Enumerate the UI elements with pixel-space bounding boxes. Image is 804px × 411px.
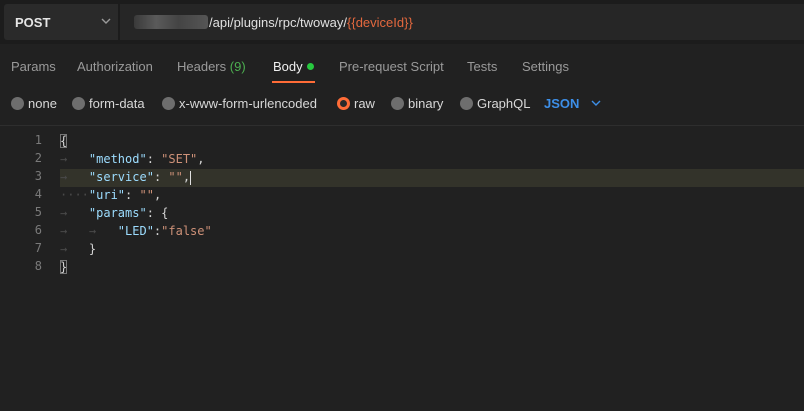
line-number: 8 xyxy=(34,259,42,273)
radio-binary-label[interactable]: binary xyxy=(408,96,443,111)
code-line-8: } xyxy=(60,258,68,276)
code-line-2: → "method": "SET", xyxy=(60,152,205,166)
chevron-down-icon[interactable] xyxy=(590,97,602,109)
code-line-1: { xyxy=(60,132,68,150)
code-editor[interactable]: 1 2 3 4 5 6 7 8 { → "method": "SET", → "… xyxy=(0,126,804,411)
line-number: 6 xyxy=(34,223,42,237)
json-value: "" xyxy=(139,188,154,202)
url-input[interactable]: /api/plugins/rpc/twoway/{{deviceId}} xyxy=(120,4,804,40)
url-path: /api/plugins/rpc/twoway/ xyxy=(209,15,348,30)
text-caret xyxy=(190,170,192,185)
code-line-7: → } xyxy=(60,242,97,256)
code-line-4: ····"uri": "", xyxy=(60,188,162,202)
radio-raw[interactable] xyxy=(337,97,350,110)
line-number: 4 xyxy=(34,187,42,201)
chevron-down-icon xyxy=(101,18,111,24)
radio-binary[interactable] xyxy=(391,97,404,110)
radio-urlencoded-label[interactable]: x-www-form-urlencoded xyxy=(179,96,317,111)
params-close-brace: } xyxy=(88,242,97,256)
json-value: "SET" xyxy=(161,152,198,166)
json-value: "false" xyxy=(161,224,212,238)
code-line-6: → → "LED":"false" xyxy=(60,224,212,238)
tab-body[interactable]: Body xyxy=(273,59,303,74)
code-line-3: → "service": "", xyxy=(60,170,192,185)
code-line-5: → "params": { xyxy=(60,206,169,220)
json-value: "" xyxy=(168,170,183,184)
body-modified-dot xyxy=(307,63,314,70)
json-key: "service" xyxy=(88,170,154,184)
radio-graphql[interactable] xyxy=(460,97,473,110)
tab-headers[interactable]: Headers (9) xyxy=(177,59,246,74)
request-bar: POST /api/plugins/rpc/twoway/{{deviceId}… xyxy=(0,0,804,44)
params-open-brace: { xyxy=(161,206,169,220)
redacted-host xyxy=(134,15,208,29)
method-select[interactable]: POST xyxy=(4,4,118,40)
request-tabs: Params Authorization Headers (9) Body Pr… xyxy=(0,44,804,86)
method-label: POST xyxy=(15,15,51,30)
json-key: "method" xyxy=(88,152,147,166)
line-number: 3 xyxy=(34,169,42,183)
line-number: 7 xyxy=(34,241,42,255)
radio-form-data[interactable] xyxy=(72,97,85,110)
json-key: "params" xyxy=(88,206,147,220)
close-brace: } xyxy=(60,260,68,274)
line-number: 5 xyxy=(34,205,42,219)
raw-language-select[interactable]: JSON xyxy=(544,96,579,111)
open-brace: { xyxy=(60,134,68,148)
url-variable: {{deviceId}} xyxy=(347,15,413,30)
tab-tests[interactable]: Tests xyxy=(467,59,497,74)
radio-form-data-label[interactable]: form-data xyxy=(89,96,145,111)
radio-urlencoded[interactable] xyxy=(162,97,175,110)
radio-raw-label[interactable]: raw xyxy=(354,96,375,111)
url-text: /api/plugins/rpc/twoway/{{deviceId}} xyxy=(209,15,413,30)
radio-graphql-label[interactable]: GraphQL xyxy=(477,96,530,111)
tab-authorization[interactable]: Authorization xyxy=(77,59,153,74)
line-number: 2 xyxy=(34,151,42,165)
radio-none-label[interactable]: none xyxy=(28,96,57,111)
tab-params[interactable]: Params xyxy=(11,59,56,74)
body-type-selector: none form-data x-www-form-urlencoded raw… xyxy=(0,86,804,124)
tab-pre-request-script[interactable]: Pre-request Script xyxy=(339,59,444,74)
active-tab-indicator xyxy=(272,81,315,83)
tab-settings[interactable]: Settings xyxy=(522,59,569,74)
tab-headers-count: (9) xyxy=(229,59,246,74)
radio-none[interactable] xyxy=(11,97,24,110)
line-number: 1 xyxy=(34,133,42,147)
json-key: "LED" xyxy=(117,224,154,238)
tab-headers-label: Headers xyxy=(177,59,227,74)
json-key: "uri" xyxy=(88,188,126,202)
